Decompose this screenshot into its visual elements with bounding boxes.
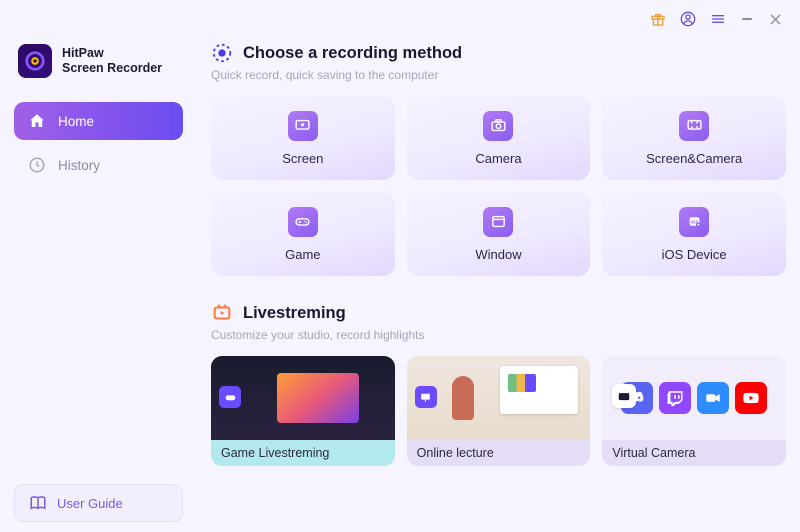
- record-method-icon: [211, 42, 233, 64]
- method-label: Game: [285, 247, 320, 262]
- menu-icon[interactable]: [710, 11, 726, 27]
- gift-icon[interactable]: [650, 11, 666, 27]
- account-icon[interactable]: [680, 11, 696, 27]
- method-label: Camera: [475, 151, 521, 166]
- method-label: Screen&Camera: [646, 151, 742, 166]
- camera-icon: [483, 111, 513, 141]
- live-card-virtual-camera[interactable]: Virtual Camera: [602, 356, 786, 466]
- live-card-thumb: [211, 356, 395, 440]
- ios-icon: iOS: [679, 207, 709, 237]
- screen-camera-icon: [679, 111, 709, 141]
- live-card-label: Online lecture: [407, 440, 591, 466]
- method-card-ios[interactable]: iOS iOS Device: [602, 192, 786, 276]
- sidebar-item-home[interactable]: Home: [14, 102, 183, 140]
- app-name-line2: Screen Recorder: [62, 61, 162, 76]
- youtube-icon: [735, 382, 767, 414]
- clock-icon: [28, 156, 46, 174]
- method-card-game[interactable]: Game: [211, 192, 395, 276]
- livestream-title: Livestreming: [243, 304, 346, 323]
- live-card-label: Game Livestreming: [211, 440, 395, 466]
- method-label: Window: [475, 247, 521, 262]
- livestream-icon: [211, 302, 233, 324]
- recording-subtitle: Quick record, quick saving to the comput…: [211, 68, 786, 82]
- method-card-screen[interactable]: Screen: [211, 96, 395, 180]
- window-icon: [483, 207, 513, 237]
- close-button[interactable]: [768, 12, 782, 26]
- game-badge-icon: [219, 386, 241, 408]
- method-label: iOS Device: [662, 247, 727, 262]
- live-card-lecture[interactable]: Online lecture: [407, 356, 591, 466]
- presentation-badge-icon: [415, 386, 437, 408]
- method-card-camera[interactable]: Camera: [407, 96, 591, 180]
- method-card-screen-camera[interactable]: Screen&Camera: [602, 96, 786, 180]
- livestream-section-head: Livestreming: [211, 302, 786, 324]
- livestream-subtitle: Customize your studio, record highlights: [211, 328, 786, 342]
- game-icon: [288, 207, 318, 237]
- minimize-button[interactable]: [740, 12, 754, 26]
- camera-badge-icon: [612, 384, 636, 408]
- sidebar-item-label: Home: [58, 114, 94, 129]
- sidebar-item-history[interactable]: History: [14, 146, 183, 184]
- home-icon: [28, 112, 46, 130]
- method-label: Screen: [282, 151, 323, 166]
- method-card-window[interactable]: Window: [407, 192, 591, 276]
- app-name-line1: HitPaw: [62, 46, 162, 61]
- live-card-label: Virtual Camera: [602, 440, 786, 466]
- user-guide-label: User Guide: [57, 496, 123, 511]
- app-logo-icon: [18, 44, 52, 78]
- app-brand: HitPaw Screen Recorder: [14, 44, 183, 102]
- book-icon: [29, 494, 47, 512]
- zoom-video-icon: [697, 382, 729, 414]
- screen-icon: [288, 111, 318, 141]
- twitch-icon: [659, 382, 691, 414]
- recording-title: Choose a recording method: [243, 44, 462, 63]
- user-guide-button[interactable]: User Guide: [14, 484, 183, 522]
- live-card-game[interactable]: Game Livestreming: [211, 356, 395, 466]
- live-card-thumb: [407, 356, 591, 440]
- sidebar-item-label: History: [58, 158, 100, 173]
- recording-section-head: Choose a recording method: [211, 42, 786, 64]
- live-card-thumb: [602, 356, 786, 440]
